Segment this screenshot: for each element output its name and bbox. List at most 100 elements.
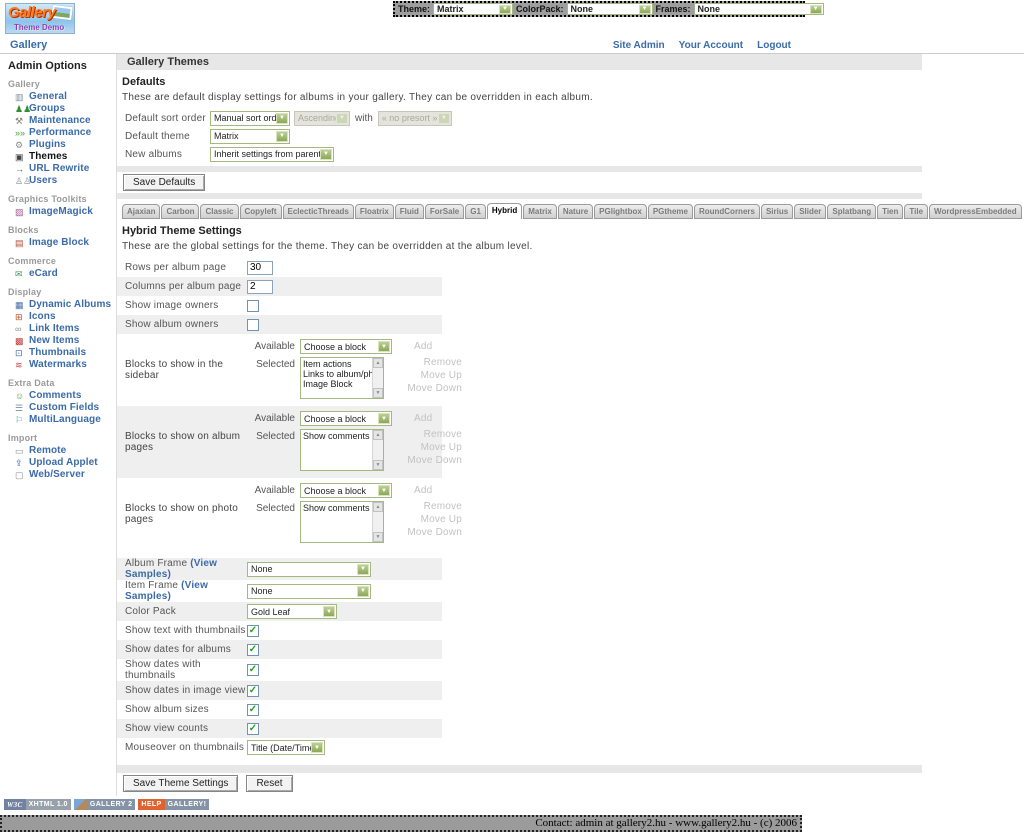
list-option[interactable]: Image Block bbox=[303, 379, 372, 389]
album-frame-select[interactable]: None ▼ bbox=[247, 562, 371, 577]
nav-link[interactable]: Your Account bbox=[679, 40, 743, 51]
view-counts-checkbox[interactable]: ✓ bbox=[247, 723, 259, 735]
theme-tab[interactable]: ForSale bbox=[425, 204, 464, 219]
sidebar-item[interactable]: ⊡ Thumbnails bbox=[0, 347, 116, 359]
save-theme-settings-button[interactable]: Save Theme Settings bbox=[123, 775, 238, 792]
item-frame-select[interactable]: None ▼ bbox=[247, 584, 371, 599]
scroll-up-icon[interactable]: ▲ bbox=[373, 502, 383, 512]
theme-tab[interactable]: RoundCorners bbox=[694, 204, 760, 219]
sidebar-item[interactable]: ⚙ Plugins bbox=[0, 139, 116, 151]
list-option[interactable]: Links to album/photo peers bbox=[303, 369, 372, 379]
theme-tab[interactable]: Splatbang bbox=[827, 204, 876, 219]
theme-tab[interactable]: Copyleft bbox=[240, 204, 282, 219]
sidebar-item[interactable]: ⚒ Maintenance bbox=[0, 115, 116, 127]
sort-order-select[interactable]: Manual sort order ▼ bbox=[210, 111, 290, 126]
sidebar-item[interactable]: ▭ Remote bbox=[0, 445, 116, 457]
sidebar-item[interactable]: ≋ Watermarks bbox=[0, 359, 116, 371]
theme-tab[interactable]: Tien bbox=[877, 204, 903, 219]
theme-select[interactable]: Matrix ▼ bbox=[433, 3, 513, 15]
sidebar-item-icon: ⊞ bbox=[15, 312, 29, 322]
theme-tab[interactable]: Slider bbox=[794, 204, 826, 219]
list-option[interactable]: Item actions bbox=[303, 359, 372, 369]
dates-with-thumbnails-checkbox[interactable]: ✓ bbox=[247, 664, 259, 676]
sidebar-item[interactable]: ⇪ Upload Applet bbox=[0, 457, 116, 469]
list-option[interactable]: Show comments bbox=[303, 431, 372, 441]
dates-in-image-view-checkbox[interactable]: ✓ bbox=[247, 685, 259, 697]
sidebar-item[interactable]: ▩ New Items bbox=[0, 335, 116, 347]
available-block-select[interactable]: Choose a block ▼ bbox=[300, 339, 392, 354]
sidebar-item[interactable]: ▨ ImageMagick bbox=[0, 206, 116, 218]
list-option[interactable]: Show comments bbox=[303, 503, 372, 513]
sidebar-item[interactable]: ▢ Web/Server bbox=[0, 469, 116, 481]
frames-select[interactable]: None ▼ bbox=[694, 3, 824, 15]
theme-tab[interactable]: Carbon bbox=[161, 204, 199, 219]
sidebar-item[interactable]: ⊞ Icons bbox=[0, 311, 116, 323]
selected-blocks-list[interactable]: Show comments ▲ ▼ bbox=[300, 429, 384, 471]
sidebar-item[interactable]: ▣ Themes bbox=[0, 151, 116, 163]
sidebar-item[interactable]: ☺ Comments bbox=[0, 390, 116, 402]
theme-tab[interactable]: Ajaxian bbox=[122, 204, 160, 219]
theme-tab[interactable]: Matrix bbox=[523, 204, 557, 219]
sidebar-item[interactable]: → URL Rewrite bbox=[0, 163, 116, 175]
scrollbar[interactable]: ▲ ▼ bbox=[372, 430, 383, 470]
theme-tab[interactable]: Floatrix bbox=[355, 204, 394, 219]
scroll-down-icon[interactable]: ▼ bbox=[373, 460, 383, 470]
theme-tab[interactable]: EclecticThreads bbox=[283, 204, 354, 219]
selected-blocks-list[interactable]: Item actionsLinks to album/photo peersIm… bbox=[300, 357, 384, 399]
sidebar-item[interactable]: ✉ eCard bbox=[0, 268, 116, 280]
mouseover-select[interactable]: Title (Date/Time) ▼ bbox=[247, 740, 325, 755]
color-pack-select[interactable]: Gold Leaf ▼ bbox=[247, 604, 337, 619]
default-theme-select[interactable]: Matrix ▼ bbox=[210, 129, 290, 144]
sidebar-item[interactable]: ☰ Custom Fields bbox=[0, 402, 116, 414]
theme-tab[interactable]: Hybrid bbox=[487, 203, 522, 219]
theme-tab[interactable]: WordpressEmbedded bbox=[929, 204, 1022, 219]
reset-button[interactable]: Reset bbox=[246, 775, 292, 792]
rows-per-page-input[interactable] bbox=[247, 261, 273, 275]
new-albums-select[interactable]: Inherit settings from parent album ▼ bbox=[210, 147, 334, 162]
sidebar-item[interactable]: ⚐ MultiLanguage bbox=[0, 414, 116, 426]
theme-tab[interactable]: Nature bbox=[558, 204, 593, 219]
scroll-up-icon[interactable]: ▲ bbox=[373, 358, 383, 368]
scrollbar[interactable]: ▲ ▼ bbox=[372, 502, 383, 542]
selected-blocks-list[interactable]: Show comments ▲ ▼ bbox=[300, 501, 384, 543]
cols-per-page-input[interactable] bbox=[247, 280, 273, 294]
check-icon: ✓ bbox=[249, 645, 257, 655]
gallery-admin-page: { "icons": { "chevron_down": "▼", "scrol… bbox=[0, 0, 1024, 805]
theme-tab[interactable]: Fluid bbox=[395, 204, 424, 219]
sidebar-item[interactable]: ▤ Image Block bbox=[0, 237, 116, 249]
scrollbar[interactable]: ▲ ▼ bbox=[372, 358, 383, 398]
available-block-select[interactable]: Choose a block ▼ bbox=[300, 411, 392, 426]
show-text-checkbox[interactable]: ✓ bbox=[247, 625, 259, 637]
save-theme-settings-row: Save Theme Settings Reset bbox=[117, 773, 1024, 794]
sidebar-item[interactable]: ♙♙ Users bbox=[0, 175, 116, 187]
row-label: Blocks to show on album pages bbox=[117, 410, 247, 473]
scroll-down-icon[interactable]: ▼ bbox=[373, 532, 383, 542]
theme-tab[interactable]: PGlightbox bbox=[594, 204, 647, 219]
theme-tab[interactable]: G1 bbox=[465, 204, 486, 219]
colorpack-select[interactable]: None ▼ bbox=[567, 3, 653, 15]
theme-tab[interactable]: PGtheme bbox=[648, 204, 693, 219]
breadcrumb[interactable]: Gallery bbox=[10, 39, 47, 51]
chevron-down-icon: ▼ bbox=[320, 149, 332, 160]
scroll-down-icon[interactable]: ▼ bbox=[373, 388, 383, 398]
sidebar-item[interactable]: »» Performance bbox=[0, 127, 116, 139]
nav-link[interactable]: Site Admin bbox=[613, 40, 665, 51]
gallery-logo[interactable]: Gallery Theme Demo bbox=[5, 3, 75, 34]
sidebar-item[interactable]: ♟♟ Groups bbox=[0, 103, 116, 115]
sidebar-item[interactable]: ▥ General bbox=[0, 91, 116, 103]
sidebar-item[interactable]: ∞ Link Items bbox=[0, 323, 116, 335]
theme-tab[interactable]: Classic bbox=[200, 204, 238, 219]
theme-tab[interactable]: Tile bbox=[904, 204, 928, 219]
sidebar: Admin Options Gallery ▥ General ♟♟ Group… bbox=[0, 54, 117, 796]
nav-link[interactable]: Logout bbox=[757, 40, 791, 51]
color-pack-row: Color Pack Gold Leaf ▼ bbox=[117, 602, 442, 621]
show-image-owners-checkbox[interactable]: ✓ bbox=[247, 300, 259, 312]
show-album-owners-checkbox[interactable]: ✓ bbox=[247, 319, 259, 331]
available-block-select[interactable]: Choose a block ▼ bbox=[300, 483, 392, 498]
theme-tab[interactable]: Sirius bbox=[761, 204, 793, 219]
album-sizes-checkbox[interactable]: ✓ bbox=[247, 704, 259, 716]
scroll-up-icon[interactable]: ▲ bbox=[373, 430, 383, 440]
sidebar-item[interactable]: ▦ Dynamic Albums bbox=[0, 299, 116, 311]
save-defaults-button[interactable]: Save Defaults bbox=[123, 174, 205, 191]
dates-for-albums-checkbox[interactable]: ✓ bbox=[247, 644, 259, 656]
